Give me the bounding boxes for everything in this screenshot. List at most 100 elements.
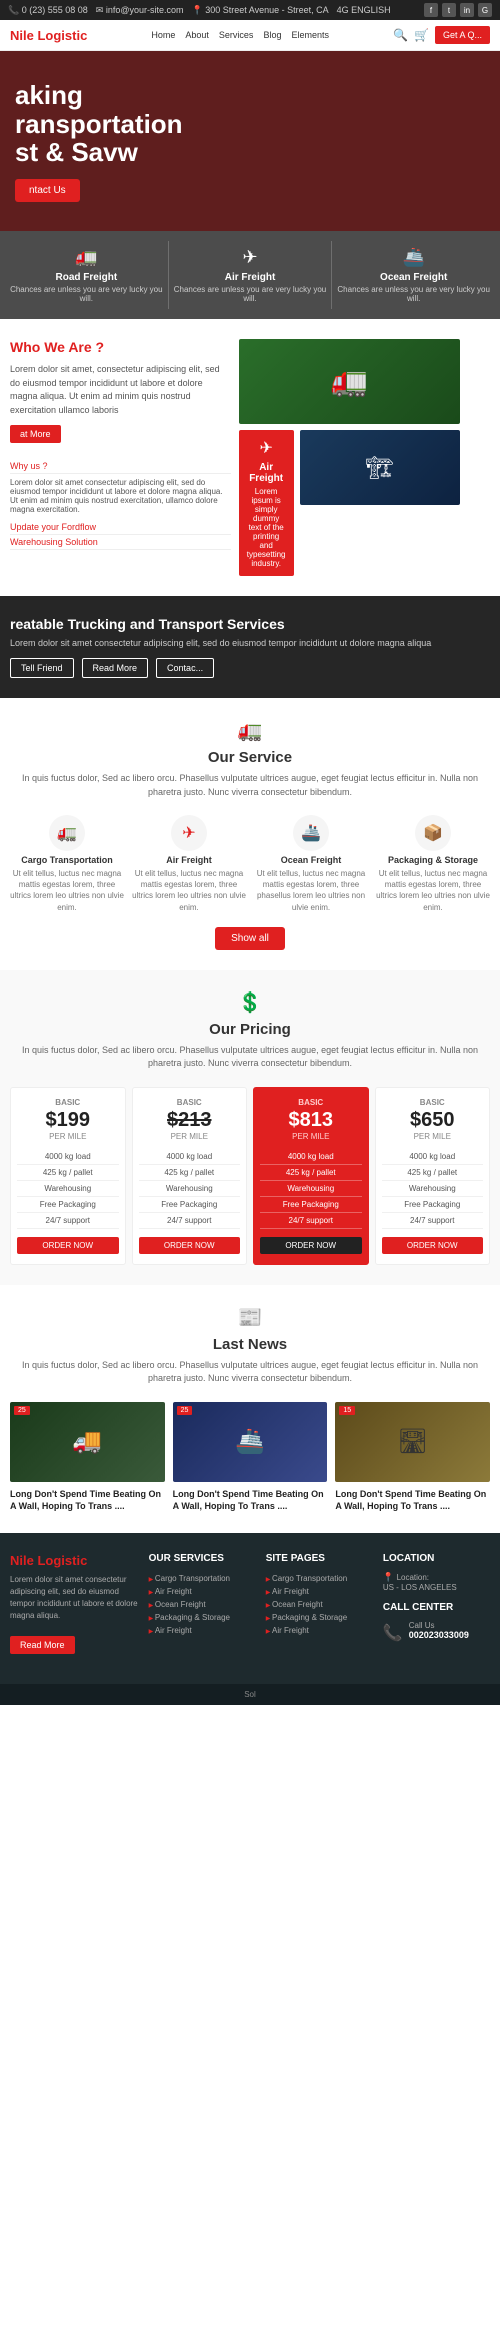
tell-friend-button[interactable]: Tell Friend — [10, 658, 74, 678]
air-freight-feature-card: ✈ Air Freight Lorem ipsum is simply dumm… — [239, 430, 294, 576]
ocean-freight-item: 🚢 Ocean Freight Ut elit tellus, luctus n… — [254, 815, 368, 913]
plan-1-unit: PER MILE — [17, 1132, 119, 1141]
search-icon[interactable]: 🔍 — [393, 28, 408, 42]
who-read-more-button[interactable]: at More — [10, 425, 61, 443]
twitter-icon[interactable]: t — [442, 3, 456, 17]
news-img-1: 25 🚚 — [10, 1402, 165, 1482]
nav-home[interactable]: Home — [151, 30, 175, 40]
price-plan-1: BASIC $199 PER MILE 4000 kg load 425 kg … — [10, 1087, 126, 1265]
facebook-icon[interactable]: f — [424, 3, 438, 17]
footer-pages: SITE PAGES Cargo Transportation Air Frei… — [266, 1553, 373, 1664]
footer-services-list: Cargo Transportation Air Freight Ocean F… — [149, 1572, 256, 1637]
plan-2-feat-2: Warehousing — [139, 1181, 241, 1197]
plan-1-price: $199 — [17, 1109, 119, 1132]
plan-3-feat-3: Free Packaging — [260, 1197, 362, 1213]
footer-srv-2: Ocean Freight — [149, 1598, 256, 1611]
air-freight-srv-desc: Ut elit tellus, luctus nec magna mattis … — [132, 868, 246, 913]
googleplus-icon[interactable]: G — [478, 3, 492, 17]
footer-about: Nile Logistic Lorem dolor sit amet conse… — [10, 1553, 139, 1664]
read-more-button[interactable]: Read More — [82, 658, 149, 678]
footer-services: OUR SERVICES Cargo Transportation Air Fr… — [149, 1553, 256, 1664]
nav-blog[interactable]: Blog — [263, 30, 281, 40]
warehouse-image: 🏗 — [300, 430, 460, 505]
warehousing-link[interactable]: Warehousing Solution — [10, 535, 231, 550]
air-freight-desc: Chances are unless you are very lucky yo… — [173, 285, 328, 303]
air-freight-title: Air Freight — [173, 272, 328, 283]
plan-4-feat-2: Warehousing — [382, 1181, 484, 1197]
show-all-button[interactable]: Show all — [215, 927, 285, 950]
ocean-freight-title: Ocean Freight — [336, 272, 491, 283]
plan-3-unit: PER MILE — [260, 1132, 362, 1141]
who-left: Who We Are ? Lorem dolor sit amet, conse… — [10, 339, 231, 576]
road-freight-card: 🚛 Road Freight Chances are unless you ar… — [5, 241, 169, 309]
email-info: ✉ info@your-site.com — [96, 5, 184, 16]
trucking-section: reatable Trucking and Transport Services… — [0, 596, 500, 698]
pricing-title: Our Pricing — [10, 1021, 490, 1038]
top-bar-contact: 📞 0 (23) 555 08 08 ✉ info@your-site.com … — [8, 5, 391, 16]
news-badge-3: 15 — [339, 1406, 355, 1415]
footer-about-text: Lorem dolor sit amet consectetur adipisc… — [10, 1574, 139, 1622]
truck-image-icon: 🚛 — [331, 364, 368, 399]
pricing-section: 💲 Our Pricing In quis fuctus dolor, Sed … — [0, 970, 500, 1285]
news-badge-2: 25 — [177, 1406, 193, 1415]
news-item-1: 25 🚚 Long Don't Spend Time Beating On A … — [10, 1402, 165, 1513]
cta-button[interactable]: Get A Q... — [435, 26, 490, 44]
news-title: Last News — [10, 1336, 490, 1353]
air-freight-feature-desc: Lorem ipsum is simply dummy text of the … — [247, 487, 286, 568]
news-img-2: 25 🚢 — [173, 1402, 328, 1482]
news-desc: In quis fuctus dolor, Sed ac libero orcu… — [10, 1359, 490, 1386]
cart-icon[interactable]: 🛒 — [414, 28, 429, 42]
who-bottom-cards: ✈ Air Freight Lorem ipsum is simply dumm… — [239, 430, 460, 576]
service-section-title: Our Service — [10, 749, 490, 766]
nav-links: Home About Services Blog Elements — [151, 30, 329, 40]
plan-4-feat-3: Free Packaging — [382, 1197, 484, 1213]
packaging-desc: Ut elit tellus, luctus nec magna mattis … — [376, 868, 490, 913]
plan-2-order-button[interactable]: ORDER NOW — [139, 1237, 241, 1254]
air-freight-srv-icon: ✈ — [171, 815, 207, 851]
footer-srv-4: Air Freight — [149, 1624, 256, 1637]
service-section-icon: 🚛 — [10, 718, 490, 743]
ocean-freight-srv-title: Ocean Freight — [254, 855, 368, 865]
plan-1-feat-3: Free Packaging — [17, 1197, 119, 1213]
footer-page-2: Ocean Freight — [266, 1598, 373, 1611]
truck-image: 🚛 — [239, 339, 460, 424]
plan-2-feat-3: Free Packaging — [139, 1197, 241, 1213]
footer-read-more-button[interactable]: Read More — [10, 1636, 75, 1654]
contact-trucking-button[interactable]: Contac... — [156, 658, 214, 678]
footer-page-0: Cargo Transportation — [266, 1572, 373, 1585]
nav-services[interactable]: Services — [219, 30, 254, 40]
plan-2-feat-4: 24/7 support — [139, 1213, 241, 1229]
plan-2-unit: PER MILE — [139, 1132, 241, 1141]
phone-icon: 📞 — [383, 1623, 403, 1643]
location-value: US - LOS ANGELES — [383, 1583, 490, 1592]
plan-1-order-button[interactable]: ORDER NOW — [17, 1237, 119, 1254]
footer-pages-title: SITE PAGES — [266, 1553, 373, 1564]
nav-elements[interactable]: Elements — [291, 30, 329, 40]
footer-page-3: Packaging & Storage — [266, 1611, 373, 1624]
news-img-3: 15 🛣 — [335, 1402, 490, 1482]
contact-button[interactable]: ntact Us — [15, 179, 80, 202]
plan-3-order-button[interactable]: ORDER NOW — [260, 1237, 362, 1254]
footer-logo: Nile Logistic — [10, 1553, 139, 1568]
nav-about[interactable]: About — [185, 30, 209, 40]
address-info: 📍 300 Street Avenue - Street, CA — [192, 5, 329, 16]
cargo-transport-desc: Ut elit tellus, luctus nec magna mattis … — [10, 868, 124, 913]
ocean-freight-icon: 🚢 — [336, 247, 491, 268]
packaging-icon: 📦 — [415, 815, 451, 851]
footer-srv-1: Air Freight — [149, 1585, 256, 1598]
call-center-info: 📞 Call Us 002023033009 — [383, 1621, 490, 1643]
fordflow-link[interactable]: Update your Fordflow — [10, 520, 231, 535]
footer: Nile Logistic Lorem dolor sit amet conse… — [0, 1533, 500, 1684]
plan-4-feat-1: 425 kg / pallet — [382, 1165, 484, 1181]
ship-news-icon: 🚢 — [235, 1427, 265, 1456]
news-section-icon: 📰 — [10, 1305, 490, 1330]
road-freight-icon: 🚛 — [9, 247, 164, 268]
plan-4-order-button[interactable]: ORDER NOW — [382, 1237, 484, 1254]
signal-info: 4G ENGLISH — [337, 5, 391, 16]
plan-2-price: $213 — [139, 1109, 241, 1132]
linkedin-icon[interactable]: in — [460, 3, 474, 17]
why-us-link[interactable]: Why us ? — [10, 459, 231, 474]
social-links: f t in G — [424, 3, 492, 17]
footer-page-1: Air Freight — [266, 1585, 373, 1598]
air-freight-item: ✈ Air Freight Ut elit tellus, luctus nec… — [132, 815, 246, 913]
